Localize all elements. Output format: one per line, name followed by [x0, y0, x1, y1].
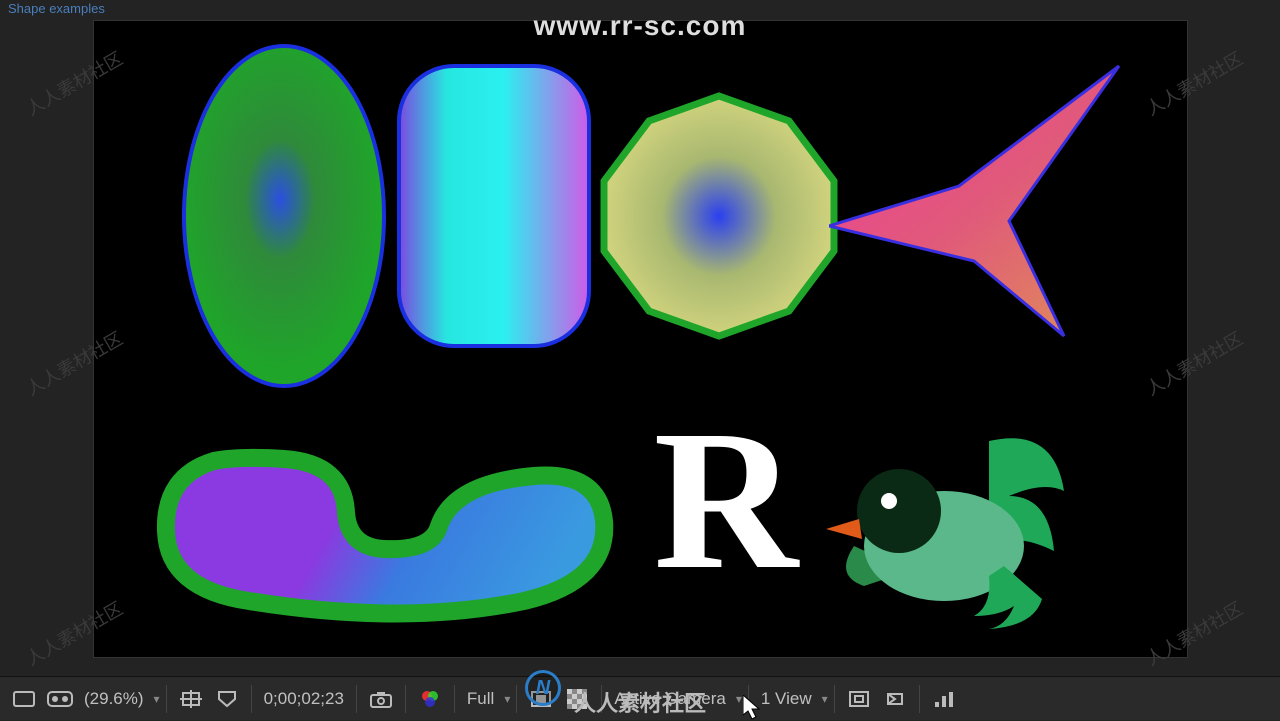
snapshot-icon[interactable]	[367, 685, 395, 713]
magnification-ratio[interactable]: (29.6%)	[84, 689, 144, 709]
composition-viewer[interactable]: R	[93, 20, 1188, 658]
safe-zones-icon[interactable]	[177, 685, 205, 713]
always-preview-icon[interactable]	[10, 685, 38, 713]
star-shape	[829, 51, 1139, 341]
transparency-grid-icon[interactable]	[563, 685, 591, 713]
channel-icon[interactable]	[416, 685, 444, 713]
vr-preview-icon[interactable]	[46, 685, 74, 713]
current-time[interactable]: 0;00;02;23	[264, 689, 344, 709]
camera-dropdown[interactable]: Active Camera	[614, 689, 725, 709]
panel-tab-bar: Shape examples	[0, 0, 1280, 20]
pixel-aspect-icon[interactable]	[845, 685, 873, 713]
rounded-rect-shape	[394, 61, 594, 351]
chevron-down-icon[interactable]: ▾	[154, 692, 160, 706]
chevron-down-icon[interactable]: ▾	[504, 692, 510, 706]
tab-shape-examples[interactable]: Shape examples	[8, 1, 105, 16]
chevron-down-icon[interactable]: ▾	[822, 692, 828, 706]
timeline-icon[interactable]	[930, 685, 958, 713]
ellipse-shape	[164, 36, 404, 396]
roi-icon[interactable]	[527, 685, 555, 713]
bird-shape	[814, 401, 1074, 631]
polygon-shape	[589, 86, 849, 346]
resolution-dropdown[interactable]: Full	[467, 689, 494, 709]
chevron-down-icon[interactable]: ▾	[736, 692, 742, 706]
text-shape-r: R	[654, 401, 798, 601]
fast-preview-icon[interactable]	[881, 685, 909, 713]
freeform-blob-shape	[154, 421, 624, 631]
mask-toggle-icon[interactable]	[213, 685, 241, 713]
view-layout-dropdown[interactable]: 1 View	[761, 689, 812, 709]
viewer-toolbar: (29.6%) ▾ 0;00;02;23 Full ▾ Active Camer…	[0, 676, 1280, 720]
